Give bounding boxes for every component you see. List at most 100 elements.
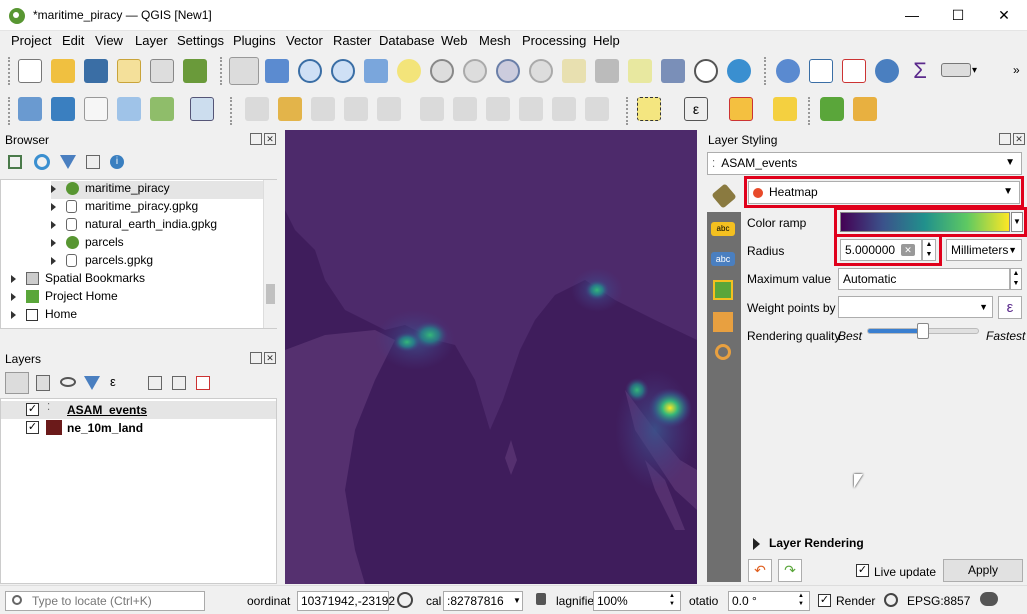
save-as-icon[interactable] [117,59,141,83]
new-virtual-layer-icon[interactable] [150,97,174,121]
layer-visibility-checkbox[interactable]: ✓ [26,403,39,416]
diagrams-tab-icon[interactable] [713,312,733,332]
edit-layer-icon[interactable] [190,97,214,121]
lock-scale-icon[interactable] [536,593,546,605]
expand-arrow-icon[interactable] [753,538,760,550]
magnifier-input[interactable]: 100% [593,591,681,611]
radius-unit-dropdown[interactable]: Millimeters ▼ [946,239,1022,261]
menu-web[interactable]: Web [441,33,468,48]
zoom-in-icon[interactable] [298,59,322,83]
float-panel-icon[interactable] [999,133,1011,145]
open-layer-styling-icon[interactable] [5,372,29,394]
paste-features-icon[interactable] [519,97,543,121]
new-map-view-icon[interactable] [628,59,652,83]
toolbar-grip[interactable] [8,97,12,125]
rotation-spin-icon[interactable]: ▲ ▼ [798,592,804,608]
statistics-sigma-icon[interactable]: Σ [908,59,932,83]
refresh-icon[interactable] [727,59,751,83]
add-feature-icon[interactable] [344,97,368,121]
undo-style-icon[interactable]: ↶ [748,559,772,582]
maximum-value-input[interactable]: Automatic [838,268,1010,290]
deselect-all-icon[interactable] [729,97,753,121]
collapse-all-icon[interactable] [172,376,186,390]
zoom-full-icon[interactable] [364,59,388,83]
processing-toolbox-icon[interactable] [875,59,899,83]
expand-arrow-icon[interactable] [51,220,56,229]
toolbar-grip[interactable] [808,97,812,125]
close-panel-icon[interactable]: ✕ [264,352,276,364]
cut-features-icon[interactable] [453,97,477,121]
expand-arrow-icon[interactable] [51,238,56,247]
scale-input[interactable]: :82787816 [443,591,523,611]
zoom-to-selection-icon[interactable] [397,59,421,83]
plugin-tool-icon[interactable] [853,97,877,121]
new-temp-layer-icon[interactable] [117,97,141,121]
3d-view-tab-icon[interactable] [713,280,733,300]
expand-arrow-icon[interactable] [51,256,56,265]
layer-rendering-section[interactable]: Layer Rendering [769,536,864,550]
new-bookmark-icon[interactable] [562,59,586,83]
toolbar-grip[interactable] [220,57,224,85]
locator-search-input[interactable]: Type to locate (Ctrl+K) [5,591,205,611]
print-layout-icon[interactable] [150,59,174,83]
tree-item-maritime-piracy[interactable]: maritime_piracy [51,181,263,199]
menu-settings[interactable]: Settings [177,33,224,48]
undo-icon[interactable] [552,97,576,121]
current-edits-icon[interactable] [245,97,269,121]
new-shapefile-icon[interactable] [84,97,108,121]
filter-by-expression-icon[interactable]: ε [110,374,116,389]
expand-arrow-icon[interactable] [11,310,16,319]
layer-visibility-checkbox[interactable]: ✓ [26,421,39,434]
quality-slider-track[interactable] [867,323,979,339]
expand-arrow-icon[interactable] [51,202,56,211]
symbology-tab[interactable] [709,181,739,211]
pan-hand-icon[interactable] [229,57,259,85]
measure-icon[interactable] [941,63,971,77]
menu-vector[interactable]: Vector [286,33,323,48]
tree-item-parcels-gpkg[interactable]: parcels.gpkg [51,253,153,271]
tree-item-spatial-bookmarks[interactable]: Spatial Bookmarks [11,271,145,289]
map-canvas[interactable] [285,130,697,584]
style-manager-icon[interactable] [183,59,207,83]
redo-style-icon[interactable]: ↷ [778,559,802,582]
zoom-out-icon[interactable] [331,59,355,83]
add-group-icon[interactable] [36,375,50,391]
close-panel-icon[interactable]: ✕ [264,133,276,145]
filter-legend-icon[interactable] [84,376,100,390]
field-calculator-icon[interactable] [842,59,866,83]
menu-mesh[interactable]: Mesh [479,33,511,48]
history-tab-icon[interactable] [715,344,731,360]
close-panel-icon[interactable]: ✕ [1013,133,1025,145]
redo-icon[interactable] [585,97,609,121]
zoom-last-icon[interactable] [496,59,520,83]
filter-icon[interactable] [60,155,76,169]
toolbar-grip[interactable] [764,57,768,85]
delete-selected-icon[interactable] [420,97,444,121]
select-by-expression-icon[interactable]: ε [684,97,708,121]
coordinate-input[interactable]: 10371942,-23192 [297,591,395,611]
layer-select-dropdown[interactable]: ⁚ ASAM_events ▼ [707,152,1022,175]
new-project-icon[interactable] [18,59,42,83]
tree-item-home[interactable]: Home [11,307,77,325]
apply-button[interactable]: Apply [943,559,1023,582]
layer-row-asam-events[interactable]: ✓ ⁚ ASAM_events [1,401,276,419]
pan-to-selection-icon[interactable] [265,59,289,83]
magnifier-spin-icon[interactable]: ▲ ▼ [669,592,675,608]
new-geopackage-icon[interactable] [51,97,75,121]
tree-item-project-home[interactable]: Project Home [11,289,118,307]
copy-features-icon[interactable] [486,97,510,121]
crs-label[interactable]: EPSG:8857 [907,594,970,608]
messages-icon[interactable] [980,592,998,606]
info-icon[interactable]: i [110,155,124,169]
chevron-down-icon[interactable]: ▼ [513,596,521,605]
select-features-icon[interactable] [637,97,661,121]
vertex-tool-icon[interactable] [377,97,401,121]
browser-scrollbar[interactable] [263,180,277,328]
move-selection-icon[interactable] [773,97,797,121]
save-project-icon[interactable] [84,59,108,83]
identify-features-icon[interactable] [776,59,800,83]
collapse-all-icon[interactable] [86,155,100,169]
live-update-checkbox[interactable]: ✓ [856,564,869,577]
zoom-native-icon[interactable] [463,59,487,83]
layer-row-ne-10m-land[interactable]: ✓ ne_10m_land [1,419,276,437]
